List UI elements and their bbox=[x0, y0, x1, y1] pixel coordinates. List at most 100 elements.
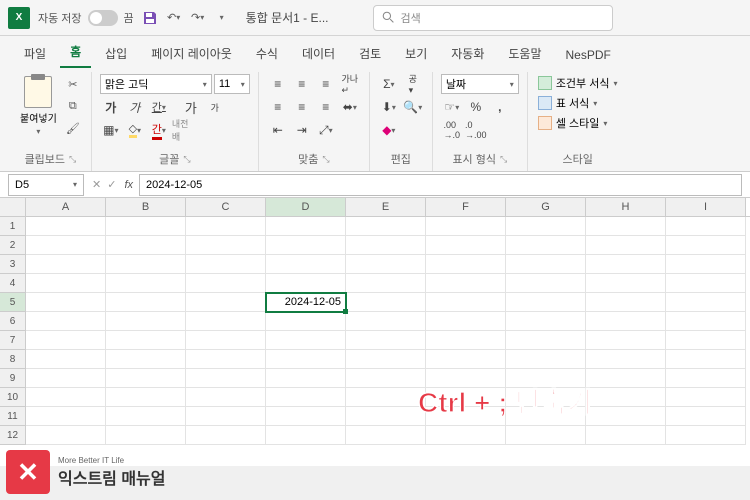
row-header-7[interactable]: 7 bbox=[0, 331, 26, 350]
cell-F12[interactable] bbox=[426, 426, 506, 445]
font-size-combo[interactable]: 11▾ bbox=[214, 74, 250, 94]
cell-F3[interactable] bbox=[426, 255, 506, 274]
clear-icon[interactable]: ◆▾ bbox=[378, 120, 400, 140]
cell-I4[interactable] bbox=[666, 274, 746, 293]
wrap-text-icon[interactable]: 가나↵ bbox=[339, 74, 361, 94]
cell-styles-button[interactable]: 셀 스타일▾ bbox=[536, 114, 620, 132]
cell-I11[interactable] bbox=[666, 407, 746, 426]
increase-decimal-icon[interactable]: .00→.0 bbox=[441, 120, 463, 140]
search-input[interactable]: 검색 bbox=[373, 5, 613, 31]
cell-I1[interactable] bbox=[666, 217, 746, 236]
phonetic-button[interactable]: 내전 배 bbox=[172, 120, 194, 140]
cell-D5[interactable]: 2024-12-05 bbox=[266, 293, 346, 312]
row-header-1[interactable]: 1 bbox=[0, 217, 26, 236]
cell-I5[interactable] bbox=[666, 293, 746, 312]
cell-E9[interactable] bbox=[346, 369, 426, 388]
find-icon[interactable]: 🔍▾ bbox=[402, 97, 424, 117]
cell-D1[interactable] bbox=[266, 217, 346, 236]
cell-C8[interactable] bbox=[186, 350, 266, 369]
align-right-icon[interactable]: ≡ bbox=[315, 97, 337, 117]
cell-H6[interactable] bbox=[586, 312, 666, 331]
orientation-icon[interactable]: ⤢▾ bbox=[315, 120, 337, 140]
italic-button[interactable]: 가 bbox=[124, 97, 146, 117]
cell-H3[interactable] bbox=[586, 255, 666, 274]
cell-H7[interactable] bbox=[586, 331, 666, 350]
copy-icon[interactable]: ⧉ bbox=[63, 96, 83, 116]
cell-F2[interactable] bbox=[426, 236, 506, 255]
align-bottom-icon[interactable]: ≡ bbox=[315, 74, 337, 94]
grow-font-button[interactable]: 가 bbox=[180, 97, 202, 117]
row-header-5[interactable]: 5 bbox=[0, 293, 26, 312]
cell-G5[interactable] bbox=[506, 293, 586, 312]
cell-I3[interactable] bbox=[666, 255, 746, 274]
cell-I6[interactable] bbox=[666, 312, 746, 331]
cell-C10[interactable] bbox=[186, 388, 266, 407]
cell-D10[interactable] bbox=[266, 388, 346, 407]
bold-button[interactable]: 가 bbox=[100, 97, 122, 117]
cell-D11[interactable] bbox=[266, 407, 346, 426]
cell-E6[interactable] bbox=[346, 312, 426, 331]
row-header-8[interactable]: 8 bbox=[0, 350, 26, 369]
cell-F4[interactable] bbox=[426, 274, 506, 293]
cell-H1[interactable] bbox=[586, 217, 666, 236]
tab-pagelayout[interactable]: 페이지 레이아웃 bbox=[141, 39, 242, 68]
cell-H11[interactable] bbox=[586, 407, 666, 426]
cell-I7[interactable] bbox=[666, 331, 746, 350]
cell-D8[interactable] bbox=[266, 350, 346, 369]
align-center-icon[interactable]: ≡ bbox=[291, 97, 313, 117]
sort-asc-icon[interactable]: 공▾ bbox=[402, 74, 424, 94]
cell-H9[interactable] bbox=[586, 369, 666, 388]
cell-B8[interactable] bbox=[106, 350, 186, 369]
cell-A6[interactable] bbox=[26, 312, 106, 331]
cell-E11[interactable] bbox=[346, 407, 426, 426]
align-left-icon[interactable]: ≡ bbox=[267, 97, 289, 117]
col-header-E[interactable]: E bbox=[346, 198, 426, 216]
cell-I9[interactable] bbox=[666, 369, 746, 388]
indent-increase-icon[interactable]: ⇥ bbox=[291, 120, 313, 140]
font-color-icon[interactable]: 간▾ bbox=[148, 120, 170, 140]
paste-button[interactable]: 붙여넣기 ▾ bbox=[18, 74, 59, 138]
row-header-10[interactable]: 10 bbox=[0, 388, 26, 407]
cell-I8[interactable] bbox=[666, 350, 746, 369]
row-header-9[interactable]: 9 bbox=[0, 369, 26, 388]
cell-H12[interactable] bbox=[586, 426, 666, 445]
row-header-3[interactable]: 3 bbox=[0, 255, 26, 274]
cell-C2[interactable] bbox=[186, 236, 266, 255]
cell-C12[interactable] bbox=[186, 426, 266, 445]
spreadsheet-grid[interactable]: ABCDEFGHI 123452024-12-056789101112 bbox=[0, 198, 750, 466]
tab-review[interactable]: 검토 bbox=[349, 39, 391, 68]
font-name-combo[interactable]: 맑은 고딕▾ bbox=[100, 74, 212, 94]
decrease-decimal-icon[interactable]: .0→.00 bbox=[465, 120, 487, 140]
cell-F1[interactable] bbox=[426, 217, 506, 236]
row-header-12[interactable]: 12 bbox=[0, 426, 26, 445]
cell-G6[interactable] bbox=[506, 312, 586, 331]
currency-icon[interactable]: ☞▾ bbox=[441, 97, 463, 117]
borders-icon[interactable]: ▦▾ bbox=[100, 120, 122, 140]
cell-C7[interactable] bbox=[186, 331, 266, 350]
cell-H10[interactable] bbox=[586, 388, 666, 407]
number-format-combo[interactable]: 날짜▾ bbox=[441, 74, 519, 94]
cell-B3[interactable] bbox=[106, 255, 186, 274]
cell-I2[interactable] bbox=[666, 236, 746, 255]
fill-icon[interactable]: ⬇▾ bbox=[378, 97, 400, 117]
cell-C5[interactable] bbox=[186, 293, 266, 312]
cell-E2[interactable] bbox=[346, 236, 426, 255]
autosave-toggle[interactable]: 자동 저장 끔 bbox=[38, 10, 134, 26]
cell-F8[interactable] bbox=[426, 350, 506, 369]
tab-view[interactable]: 보기 bbox=[395, 39, 437, 68]
cell-B2[interactable] bbox=[106, 236, 186, 255]
cell-A8[interactable] bbox=[26, 350, 106, 369]
cell-A7[interactable] bbox=[26, 331, 106, 350]
cell-D9[interactable] bbox=[266, 369, 346, 388]
cell-H8[interactable] bbox=[586, 350, 666, 369]
redo-icon[interactable]: ↷▾ bbox=[190, 10, 206, 26]
cell-B12[interactable] bbox=[106, 426, 186, 445]
shrink-font-button[interactable]: 가 bbox=[204, 97, 226, 117]
cell-I10[interactable] bbox=[666, 388, 746, 407]
cell-E3[interactable] bbox=[346, 255, 426, 274]
tab-formulas[interactable]: 수식 bbox=[246, 39, 288, 68]
fill-color-icon[interactable]: ◇▾ bbox=[124, 120, 146, 140]
undo-icon[interactable]: ↶▾ bbox=[166, 10, 182, 26]
cell-A4[interactable] bbox=[26, 274, 106, 293]
name-box[interactable]: D5▾ bbox=[8, 174, 84, 196]
